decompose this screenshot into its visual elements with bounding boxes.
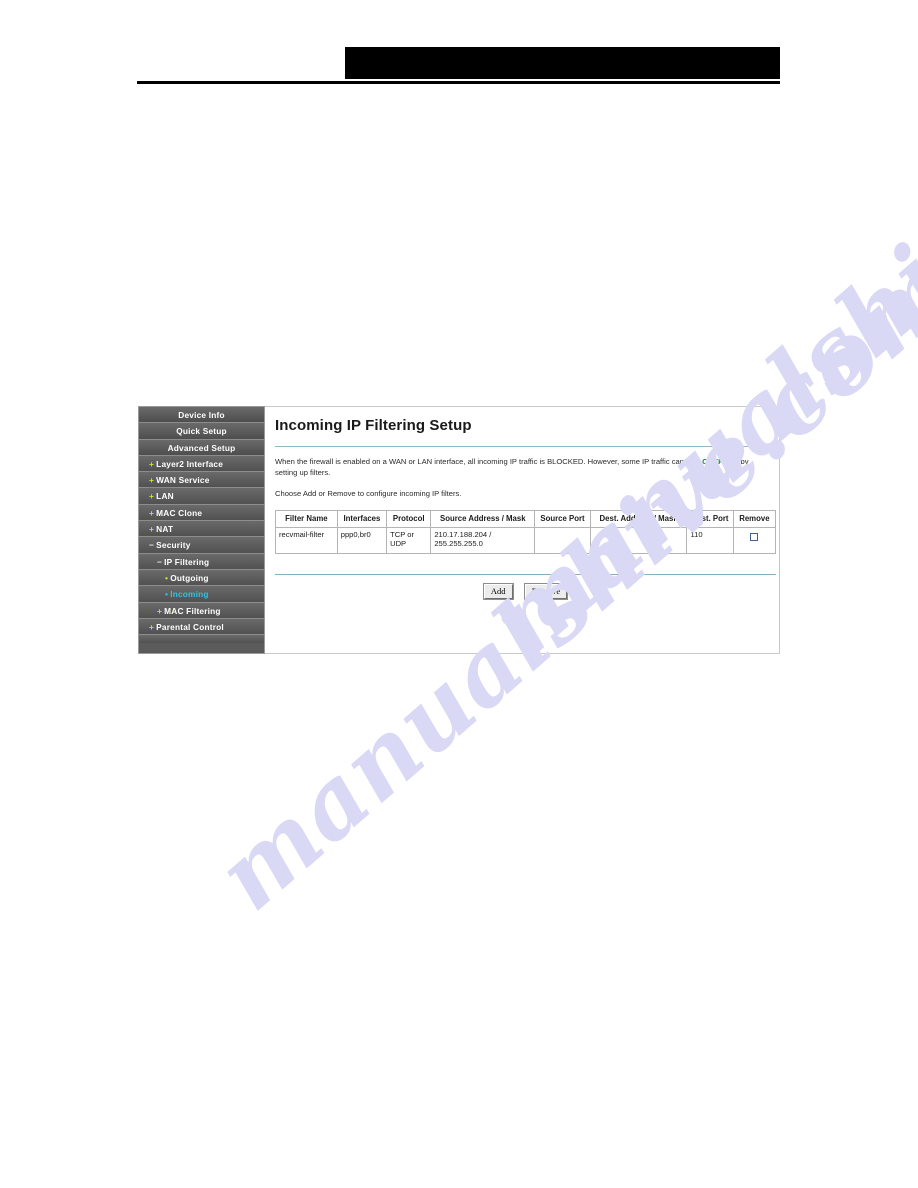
sidebar-item-clipped bbox=[139, 635, 264, 644]
table-header-row: Filter Name Interfaces Protocol Source A… bbox=[275, 510, 777, 528]
sidebar-item-incoming[interactable]: • Incoming bbox=[139, 586, 264, 603]
sidebar-item-label: LAN bbox=[156, 491, 174, 502]
cell-interfaces: ppp0,br0 bbox=[336, 526, 388, 554]
th-interfaces: Interfaces bbox=[336, 510, 388, 528]
sidebar-item-label: Quick Setup bbox=[176, 426, 227, 437]
sidebar-item-label: Parental Control bbox=[156, 621, 224, 632]
sidebar-item-lan[interactable]: + LAN bbox=[139, 488, 264, 505]
cell-dest-address bbox=[589, 526, 688, 554]
sidebar-item-label: Layer2 Interface bbox=[156, 458, 224, 469]
sidebar-item-parental-control[interactable]: + Parental Control bbox=[139, 618, 264, 636]
remove-checkbox[interactable] bbox=[750, 532, 759, 541]
sidebar-item-label: IP Filtering bbox=[164, 556, 210, 567]
title-divider bbox=[275, 446, 769, 447]
sidebar-item-label: Advanced Setup bbox=[167, 442, 236, 453]
redacted-header-bar bbox=[345, 47, 780, 79]
sidebar-item-wan-service[interactable]: + WAN Service bbox=[139, 472, 264, 489]
sidebar-item-ip-filtering[interactable]: − IP Filtering bbox=[139, 553, 264, 570]
sidebar-item-label: WAN Service bbox=[156, 475, 210, 486]
cell-dest-port: 110 bbox=[686, 526, 734, 554]
intro-paragraph: When the firewall is enabled on a WAN or… bbox=[275, 456, 753, 478]
table-row: recvmail-filter ppp0,br0 TCP or UDP 210.… bbox=[275, 526, 777, 554]
sidebar-item-device-info[interactable]: Device Info bbox=[139, 407, 264, 424]
sidebar-item-layer2-interface[interactable]: + Layer2 Interface bbox=[139, 455, 264, 473]
sidebar-item-advanced-setup[interactable]: Advanced Setup bbox=[139, 439, 264, 456]
th-source-address: Source Address / Mask bbox=[430, 510, 536, 528]
sidebar-item-quick-setup[interactable]: Quick Setup bbox=[139, 423, 264, 440]
expand-plus-icon: + bbox=[149, 458, 155, 469]
collapse-minus-icon: − bbox=[149, 540, 155, 551]
sidebar-item-outgoing[interactable]: • Outgoing bbox=[139, 569, 264, 587]
cell-source-address: 210.17.188.204 / 255.255.255.0 bbox=[430, 526, 536, 554]
sidebar-item-label: MAC Clone bbox=[156, 507, 203, 518]
header-divider-rule bbox=[137, 81, 780, 84]
th-filter-name: Filter Name bbox=[275, 510, 338, 528]
expand-plus-icon: + bbox=[149, 475, 155, 486]
instruction-paragraph: Choose Add or Remove to configure incomi… bbox=[275, 489, 462, 498]
th-remove: Remove bbox=[732, 510, 777, 528]
expand-plus-icon: + bbox=[149, 507, 155, 518]
ip-filter-table: Filter Name Interfaces Protocol Source A… bbox=[275, 510, 777, 554]
sidebar-item-label: Device Info bbox=[178, 410, 225, 420]
sidebar-item-security[interactable]: − Security bbox=[139, 537, 264, 554]
footer-divider bbox=[275, 573, 776, 575]
sidebar-item-mac-clone[interactable]: + MAC Clone bbox=[139, 504, 264, 522]
remove-button[interactable]: Remove bbox=[523, 582, 569, 600]
sidebar-nav: Device Info Quick Setup Advanced Setup +… bbox=[138, 406, 265, 654]
cell-protocol: TCP or UDP bbox=[386, 526, 432, 554]
router-admin-ui-screenshot: Device Info Quick Setup Advanced Setup +… bbox=[138, 406, 780, 654]
cell-filter-name: recvmail-filter bbox=[275, 526, 338, 554]
sidebar-item-label: Incoming bbox=[170, 589, 209, 600]
bullet-icon: • bbox=[165, 572, 169, 583]
sidebar-item-nat[interactable]: + NAT bbox=[139, 521, 264, 538]
add-button[interactable]: Add bbox=[482, 582, 514, 600]
sidebar-item-label: MAC Filtering bbox=[164, 605, 221, 616]
sidebar-item-mac-filtering[interactable]: + MAC Filtering bbox=[139, 602, 264, 619]
th-dest-port: Dest. Port bbox=[686, 510, 734, 528]
manual-page-scan: manualshive.com manualshive.com Device I… bbox=[0, 0, 918, 1188]
intro-text-part1: When the firewall is enabled on a WAN or… bbox=[275, 457, 697, 466]
expand-plus-icon: + bbox=[149, 621, 155, 632]
collapse-minus-icon: − bbox=[157, 556, 163, 567]
expand-plus-icon: + bbox=[149, 491, 155, 502]
th-protocol: Protocol bbox=[386, 510, 432, 528]
th-dest-address: Dest. Address / Mask bbox=[589, 510, 688, 528]
cell-source-port bbox=[534, 526, 591, 554]
accepted-keyword: ACCEPTED bbox=[696, 457, 739, 466]
expand-plus-icon: + bbox=[149, 524, 155, 535]
th-source-port: Source Port bbox=[534, 510, 591, 528]
sidebar-item-label: NAT bbox=[156, 524, 174, 535]
sidebar-item-label: Outgoing bbox=[170, 572, 209, 583]
bullet-icon: • bbox=[165, 589, 169, 600]
content-panel: Incoming IP Filtering Setup When the fir… bbox=[265, 406, 780, 654]
page-title: Incoming IP Filtering Setup bbox=[275, 417, 472, 434]
action-button-row: Add Remove bbox=[275, 582, 776, 600]
page-header bbox=[0, 0, 918, 90]
cell-remove bbox=[732, 526, 777, 554]
expand-plus-icon: + bbox=[157, 605, 163, 616]
sidebar-item-label: Security bbox=[156, 540, 191, 551]
